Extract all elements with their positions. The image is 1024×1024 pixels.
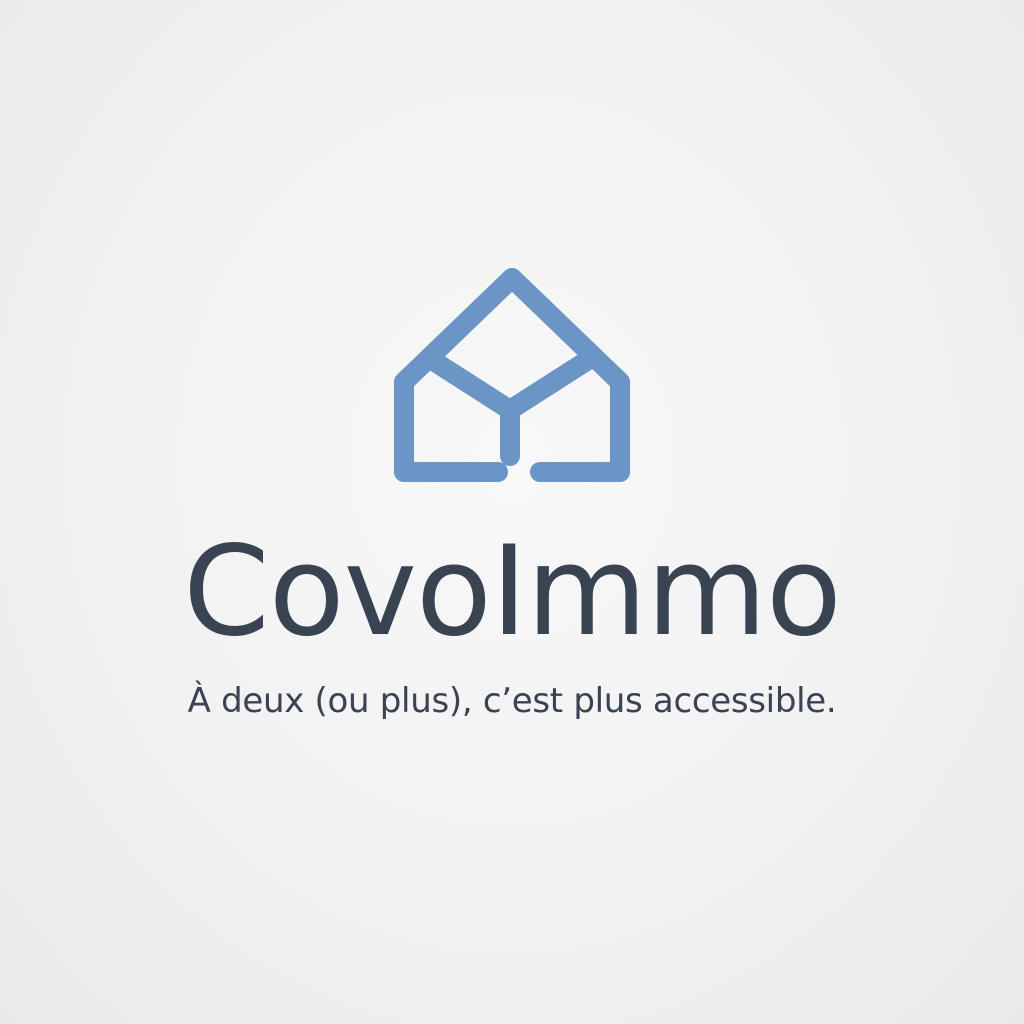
brand-tagline: À deux (ou plus), c’est plus accessible. <box>187 681 837 721</box>
house-logo-icon <box>392 268 632 492</box>
logo-canvas: CovoImmo À deux (ou plus), c’est plus ac… <box>0 0 1024 1024</box>
inner-roof-left <box>422 350 520 420</box>
brand-name: CovoImmo <box>183 520 842 664</box>
inner-roof-right <box>500 350 598 420</box>
house-logo-svg <box>394 268 630 482</box>
